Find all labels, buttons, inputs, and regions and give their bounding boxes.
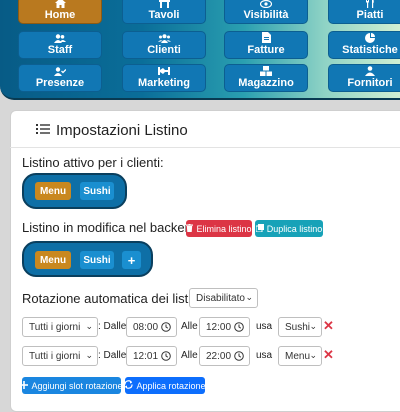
duplicate-list-button[interactable]: Duplica listino [255,220,323,237]
menu-select-value: Menu [285,350,311,362]
rotation-label: Rotazione automatica dei listini: [22,291,205,306]
days-select[interactable]: Tutti i giorni ⌄ [22,346,98,366]
nav-piatti-label: Piatti [356,9,384,21]
supplier-icon [365,66,375,76]
nav-tavoli-button[interactable]: Tavoli [122,0,206,24]
pie-chart-icon [365,33,375,43]
delete-list-label: Elimina listino [196,223,252,234]
plus-icon [20,380,29,391]
from-label: : Dalle [98,350,127,361]
chevron-down-icon: ⌄ [85,350,93,360]
nav-statistiche-button[interactable]: Statistiche [328,31,400,59]
active-sushi-button[interactable]: Sushi [80,182,114,200]
table-icon [158,0,170,8]
boxes-icon [260,66,272,76]
nav-staff-button[interactable]: Staff [18,31,102,59]
nav-home-button[interactable]: Home [18,0,102,24]
active-menu-button[interactable]: Menu [35,182,71,200]
clock-icon[interactable] [234,351,244,364]
clock-icon[interactable] [161,351,171,364]
nav-clienti-button[interactable]: Clienti [122,31,206,59]
use-label: usa [256,350,273,361]
chevron-down-icon: ⌄ [309,321,317,331]
chevron-down-icon: ⌄ [245,292,253,302]
card-heading: Impostazioni Listino [36,122,188,139]
days-select-value: Tutti i giorni [29,350,81,362]
copy-icon [255,223,264,234]
to-label: Alle [181,321,198,332]
apply-rotation-button[interactable]: Applica rotazione [124,377,206,394]
nav-visibilita-label: Visibilità [243,9,289,21]
remove-slot-icon[interactable]: ✕ [323,318,334,334]
apply-rotation-label: Applica rotazione [136,380,206,391]
nav-visibilita-button[interactable]: Visibilità [224,0,308,24]
menu-select[interactable]: Sushi ⌄ [278,317,322,337]
duplicate-list-label: Duplica listino [266,223,323,234]
chevron-down-icon: ⌄ [309,350,317,360]
edit-list-label: Listino in modifica nel backend: [22,220,203,235]
clock-icon[interactable] [161,322,171,335]
trash-icon [186,223,194,234]
to-time-value: 12:00 [206,321,232,333]
list-icon [36,122,50,139]
utensils-icon [365,0,375,8]
nav-fatture-button[interactable]: Fatture [224,31,308,59]
nav-presenze-button[interactable]: Presenze [18,64,102,92]
use-label: usa [256,321,273,332]
nav-fatture-label: Fatture [247,44,285,56]
nav-piatti-button[interactable]: Piatti [328,0,400,24]
home-icon [54,0,66,8]
from-time-value: 08:00 [133,321,159,333]
edit-menu-button[interactable]: Menu [35,251,71,269]
menu-select-value: Sushi [285,321,311,333]
remove-slot-icon[interactable]: ✕ [323,347,334,363]
add-list-button[interactable]: + [122,251,141,269]
delete-list-button[interactable]: Elimina listino [186,220,252,237]
users-icon [54,34,66,43]
add-slot-label: Aggiungi slot rotazione [31,380,123,391]
nav-tavoli-label: Tavoli [148,9,180,21]
from-time-input[interactable]: 08:00 [126,317,177,337]
nav-marketing-label: Marketing [138,77,190,89]
nav-magazzino-button[interactable]: Magazzino [224,64,308,92]
clock-icon[interactable] [234,322,244,335]
nav-staff-label: Staff [47,44,73,56]
from-time-value: 12:01 [133,350,159,362]
to-label: Alle [181,350,198,361]
nav-home-label: Home [44,9,76,21]
file-invoice-icon [261,32,271,43]
to-time-input[interactable]: 22:00 [199,346,250,366]
nav-fornitori-label: Fornitori [347,77,393,89]
days-select[interactable]: Tutti i giorni ⌄ [22,317,98,337]
from-time-input[interactable]: 12:01 [126,346,177,366]
active-list-label: Listino attivo per i clienti: [22,155,164,170]
to-time-input[interactable]: 12:00 [199,317,250,337]
chevron-down-icon: ⌄ [85,321,93,331]
user-check-icon [54,67,66,76]
rotation-select[interactable]: Disabilitato ⌄ [189,288,258,308]
nav-magazzino-label: Magazzino [238,77,294,89]
nav-marketing-button[interactable]: Marketing [122,64,206,92]
marketing-icon [158,66,170,76]
page-title: Impostazioni Listino [56,122,188,139]
days-select-value: Tutti i giorni [29,321,81,333]
user-group-icon [157,34,171,43]
edit-sushi-button[interactable]: Sushi [80,251,114,269]
divider [10,147,400,148]
nav-presenze-label: Presenze [35,77,85,89]
menu-select[interactable]: Menu ⌄ [278,346,322,366]
nav-fornitori-button[interactable]: Fornitori [328,64,400,92]
eye-icon [260,0,272,8]
nav-statistiche-label: Statistiche [342,44,398,56]
sync-icon [124,380,134,391]
nav-clienti-label: Clienti [147,44,181,56]
rotation-select-value: Disabilitato [196,292,245,304]
from-label: : Dalle [98,321,127,332]
to-time-value: 22:00 [206,350,232,362]
add-slot-button[interactable]: Aggiungi slot rotazione [20,377,123,394]
